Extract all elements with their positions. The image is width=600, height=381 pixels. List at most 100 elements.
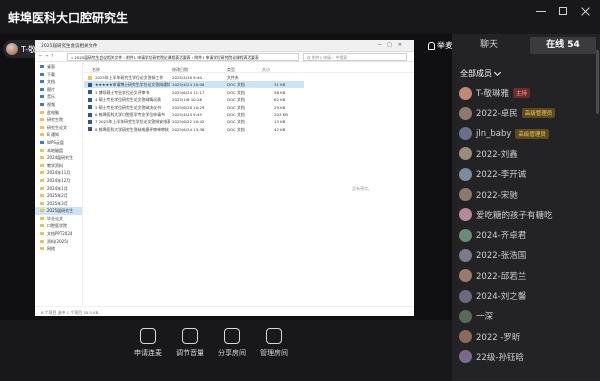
nav-item[interactable]: 研究生论文 [35, 124, 82, 132]
nav-arrows-icon[interactable]: ←→↑ [39, 54, 56, 59]
nav-item[interactable]: 资料(2025) [35, 238, 82, 246]
member-item[interactable]: 2022 -罗昕 [459, 329, 599, 345]
member-item[interactable]: 22级-孙钰晗 [459, 349, 599, 365]
nav-item-label: 口腔医学院 [47, 223, 67, 229]
avatar [459, 228, 472, 242]
nav-item-label: B 通知 [47, 132, 60, 138]
member-item[interactable]: 2022-卓民 高级管理员 [459, 105, 599, 121]
member-item[interactable]: jln_baby 高级管理员 [459, 126, 599, 142]
document-icon [88, 105, 92, 110]
share-icon [224, 328, 240, 344]
nav-item[interactable]: 文档PPT2024 [35, 230, 82, 238]
file-row[interactable]: 7 2025年上半年研究生学位论文答辩安排表 2025/6/22 10:42 DOC… [84, 118, 304, 125]
maximize-icon[interactable] [558, 6, 568, 16]
document-icon [88, 90, 92, 95]
nav-item[interactable]: 文档 [35, 78, 82, 86]
tab-chat[interactable]: 聊天 [452, 37, 526, 54]
member-item[interactable]: 一深 [459, 308, 599, 324]
file-name: ★★★★★申请博士研究生学位论文答辩通知 [95, 82, 170, 88]
volume-button[interactable]: 调节音量 [168, 328, 212, 358]
address-path[interactable]: « 2025届研究生会议相关文件 › 附件1 申请学位研究院论课程表活要表 › … [67, 53, 299, 61]
avatar [459, 309, 472, 323]
member-name: 一深 [476, 312, 494, 323]
member-item[interactable]: 2022-李开诚 [459, 166, 599, 182]
nav-item[interactable]: 图片 [35, 86, 82, 94]
nav-item[interactable]: 视频 [35, 101, 82, 109]
nav-item[interactable]: 2024年11月 [35, 169, 82, 177]
member-item[interactable]: 2022-邱若兰 [459, 268, 599, 284]
folder-icon [40, 148, 44, 152]
share-room-button[interactable]: 分享房间 [210, 328, 254, 358]
file-row[interactable]: 2025年上半年研究生学位论文答辩工作 2025/4/28 9:40 文件夹 [84, 74, 304, 81]
column-date[interactable]: 修改日期 [172, 67, 188, 73]
tab-online[interactable]: 在线 54 [530, 37, 596, 54]
window-controls [536, 6, 590, 16]
member-item[interactable]: 2024-刘之馨 [459, 288, 599, 304]
avatar [459, 127, 472, 141]
file-row[interactable]: 4 硕士专业学位研究生论文答辩情况表 2025/1/6 10:26 DOC 文档 62… [84, 96, 304, 103]
folder-icon [40, 194, 44, 198]
nav-item[interactable]: 2025届研究生 [35, 207, 82, 215]
file-size: 29 KB [274, 104, 286, 110]
nav-item[interactable]: 此电脑 [35, 109, 82, 117]
file-name: 5 硕士专业学位研究生论文答辩决议书 [95, 104, 161, 110]
nav-item[interactable]: 音乐 [35, 93, 82, 101]
file-size: 203 KB [274, 112, 288, 117]
avatar [459, 208, 472, 222]
folder-icon [40, 201, 44, 205]
close-icon[interactable] [580, 6, 590, 16]
nav-item[interactable]: 2024年12月 [35, 177, 82, 185]
nav-item[interactable]: 桌面 [35, 63, 82, 71]
explorer-navigation-pane: 桌面 下载 文档 图片 音乐 视频 此电脑 研究生院 研究生论文 B 通知 WPS云盘 本地磁盘 202… [35, 63, 83, 306]
raise-hand-button[interactable]: 举麦 [428, 40, 453, 51]
member-item[interactable]: 2022-刘鑫 [459, 146, 599, 162]
nav-item[interactable]: B 通知 [35, 131, 82, 139]
member-name: 2024-齐卓君 [476, 231, 527, 242]
column-name[interactable]: 名称 [92, 67, 100, 73]
member-name: jln_baby [476, 128, 512, 139]
member-item[interactable]: 爱吃糖的孩子有糖吃 [459, 207, 599, 223]
nav-item[interactable]: 研究生院 [35, 116, 82, 124]
nav-item[interactable]: 2024年1月 [35, 185, 82, 193]
member-list-scrollbar[interactable] [596, 50, 599, 114]
member-item[interactable]: 2024-齐卓君 [459, 227, 599, 243]
file-row[interactable]: ★★★★★申请博士研究生学位论文答辩通知 2025/4/24 10:08 DOC 文… [84, 81, 304, 88]
file-row[interactable]: 5 硕士专业学位研究生论文答辩决议书 2025/6/28 10:29 DOC 文档 2… [84, 104, 304, 111]
minimize-icon[interactable] [536, 6, 546, 16]
apply-mic-button[interactable]: 申请连麦 [126, 328, 170, 358]
file-row[interactable]: 3 博导硕士专业学位论文评审书 2025/6/24 11:17 DOC 文档 58 K… [84, 89, 304, 96]
explorer-status-bar: 8 个项目 选中 1 个项目 30.5 KB [35, 306, 414, 316]
file-row[interactable]: 6 蚌埠医科大学口腔医学专业学位申请书 2025/4/24 9:45 DOC 文档 2… [84, 111, 304, 118]
member-role-badge: 高级管理员 [521, 108, 556, 119]
nav-item[interactable]: 2025年3月 [35, 200, 82, 208]
manage-room-button[interactable]: 管理房间 [252, 328, 296, 358]
member-item[interactable]: 2022-宋驰 [459, 187, 599, 203]
apply-mic-label: 申请连麦 [134, 349, 162, 357]
nav-item[interactable]: 下载 [35, 71, 82, 79]
explorer-title: 2025届研究生会议相关文件 [41, 44, 98, 49]
nav-item-label: 教学资料 [47, 162, 63, 168]
file-name: 4 硕士专业学位研究生论文答辩情况表 [95, 97, 161, 103]
nav-item[interactable]: 2024届研究生 [35, 154, 82, 162]
member-item[interactable]: T-敬琳雅 主持 [459, 85, 599, 101]
nav-item[interactable]: 教学资料 [35, 162, 82, 170]
nav-item[interactable]: 毕业论文 [35, 215, 82, 223]
presenter-avatar [6, 43, 18, 55]
file-row[interactable]: 8 蚌埠医科大学研究生答辩成绩评审单审核 2025/6/24 13:38 DOC 文… [84, 126, 304, 133]
member-item[interactable]: 2022-张浩国 [459, 247, 599, 263]
explorer-search-input[interactable]: 在 附件1 申请... 中搜索 [303, 53, 407, 61]
avatar [459, 147, 472, 161]
nav-item[interactable]: 网络 [35, 245, 82, 253]
nav-item-label: 2024年12月 [47, 177, 71, 183]
column-type[interactable]: 类型 [227, 67, 235, 73]
file-date: 2025/4/24 10:08 [172, 82, 205, 88]
folder-icon [40, 80, 44, 84]
nav-item[interactable]: 口腔医学院 [35, 222, 82, 230]
nav-item[interactable]: 2025年2月 [35, 192, 82, 200]
member-filter-dropdown[interactable]: 全部成员 [460, 68, 502, 79]
document-icon [88, 97, 92, 102]
nav-item[interactable]: WPS云盘 [35, 139, 82, 147]
nav-item[interactable]: 本地磁盘 [35, 147, 82, 155]
column-size[interactable]: 大小 [262, 67, 270, 73]
raise-hand-label: 举麦 [437, 41, 453, 50]
